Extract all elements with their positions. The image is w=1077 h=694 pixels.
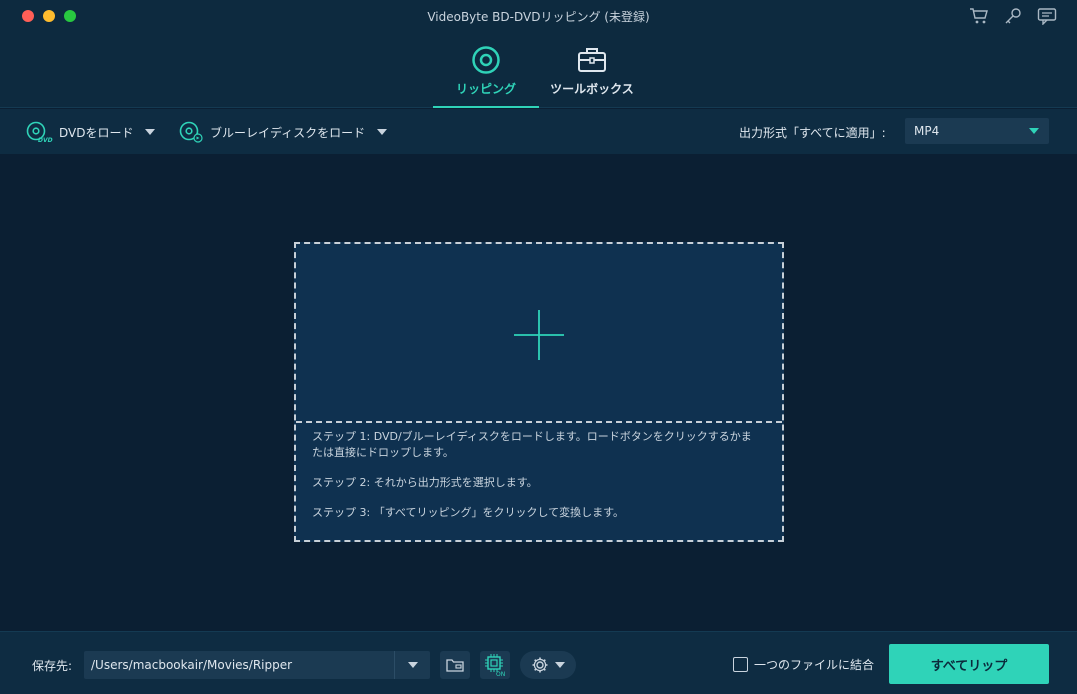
- cart-icon[interactable]: [969, 7, 989, 25]
- output-format-label: 出力形式「すべてに適用」:: [739, 126, 886, 140]
- plus-icon[interactable]: [514, 310, 564, 360]
- toolbox-icon: [546, 44, 638, 76]
- dvd-disc-icon: DVD: [26, 121, 53, 143]
- chevron-down-icon: [408, 662, 418, 668]
- step-2-text: ステップ 2: それから出力形式を選択します。: [312, 476, 538, 489]
- output-format-select[interactable]: MP4: [905, 118, 1049, 144]
- rip-all-button[interactable]: すべてリップ: [889, 644, 1049, 684]
- merge-label: 一つのファイルに結合: [754, 658, 875, 672]
- step-1-text: ステップ 1: DVD/ブルーレイディスクをロードします。ロードボタンをクリック…: [312, 430, 752, 459]
- top-icon-group: [969, 7, 1057, 26]
- bottom-bar: 保存先: ON 一つのファイルに結合 すべてリップ: [0, 631, 1077, 694]
- key-icon[interactable]: [1003, 7, 1023, 25]
- title-bar: VideoByte BD-DVDリッピング (未登録) リッピング ツールボック…: [0, 0, 1077, 108]
- feedback-icon[interactable]: [1037, 7, 1057, 26]
- settings-button[interactable]: [520, 651, 576, 679]
- save-to-label: 保存先:: [32, 659, 73, 673]
- chevron-down-icon: [1029, 128, 1039, 134]
- disc-icon: [433, 44, 539, 76]
- step-3-text: ステップ 3: 「すべてリッピング」をクリックして変換します。: [312, 506, 625, 519]
- drop-zone[interactable]: ステップ 1: DVD/ブルーレイディスクをロードします。ロードボタンをクリック…: [294, 242, 784, 542]
- svg-text:DVD: DVD: [38, 137, 53, 143]
- save-path-dropdown[interactable]: [394, 651, 430, 679]
- chevron-down-icon[interactable]: [145, 129, 156, 135]
- output-format-value: MP4: [914, 124, 940, 138]
- save-path-field[interactable]: [84, 651, 430, 679]
- merge-checkbox[interactable]: [733, 657, 748, 672]
- bluray-disc-icon: [179, 121, 203, 143]
- load-bluray-label: ブルーレイディスクをロード: [210, 125, 366, 140]
- merge-files-option[interactable]: 一つのファイルに結合: [733, 656, 874, 673]
- open-folder-button[interactable]: [440, 651, 470, 679]
- hardware-acceleration-button[interactable]: ON: [480, 651, 510, 679]
- gear-icon: [532, 657, 548, 673]
- folder-icon: [446, 659, 464, 672]
- load-dvd-label: DVDをロード: [59, 125, 134, 140]
- add-file-area[interactable]: [296, 244, 782, 423]
- tab-toolbox[interactable]: ツールボックス: [546, 44, 638, 108]
- instructions: ステップ 1: DVD/ブルーレイディスクをロードします。ロードボタンをクリック…: [312, 429, 762, 535]
- save-path-input[interactable]: [84, 651, 394, 679]
- load-bluray-button[interactable]: ブルーレイディスクをロード: [178, 120, 388, 144]
- tab-ripping-label: リッピング: [455, 82, 516, 96]
- cpu-icon: ON: [485, 654, 505, 677]
- tab-ripping[interactable]: リッピング: [433, 44, 539, 108]
- window-title: VideoByte BD-DVDリッピング (未登録): [427, 10, 650, 24]
- tab-toolbox-label: ツールボックス: [550, 82, 634, 96]
- chevron-down-icon[interactable]: [377, 129, 388, 135]
- hw-on-badge: ON: [496, 671, 505, 677]
- load-dvd-button[interactable]: DVD DVDをロード: [25, 120, 156, 144]
- chevron-down-icon: [555, 662, 565, 668]
